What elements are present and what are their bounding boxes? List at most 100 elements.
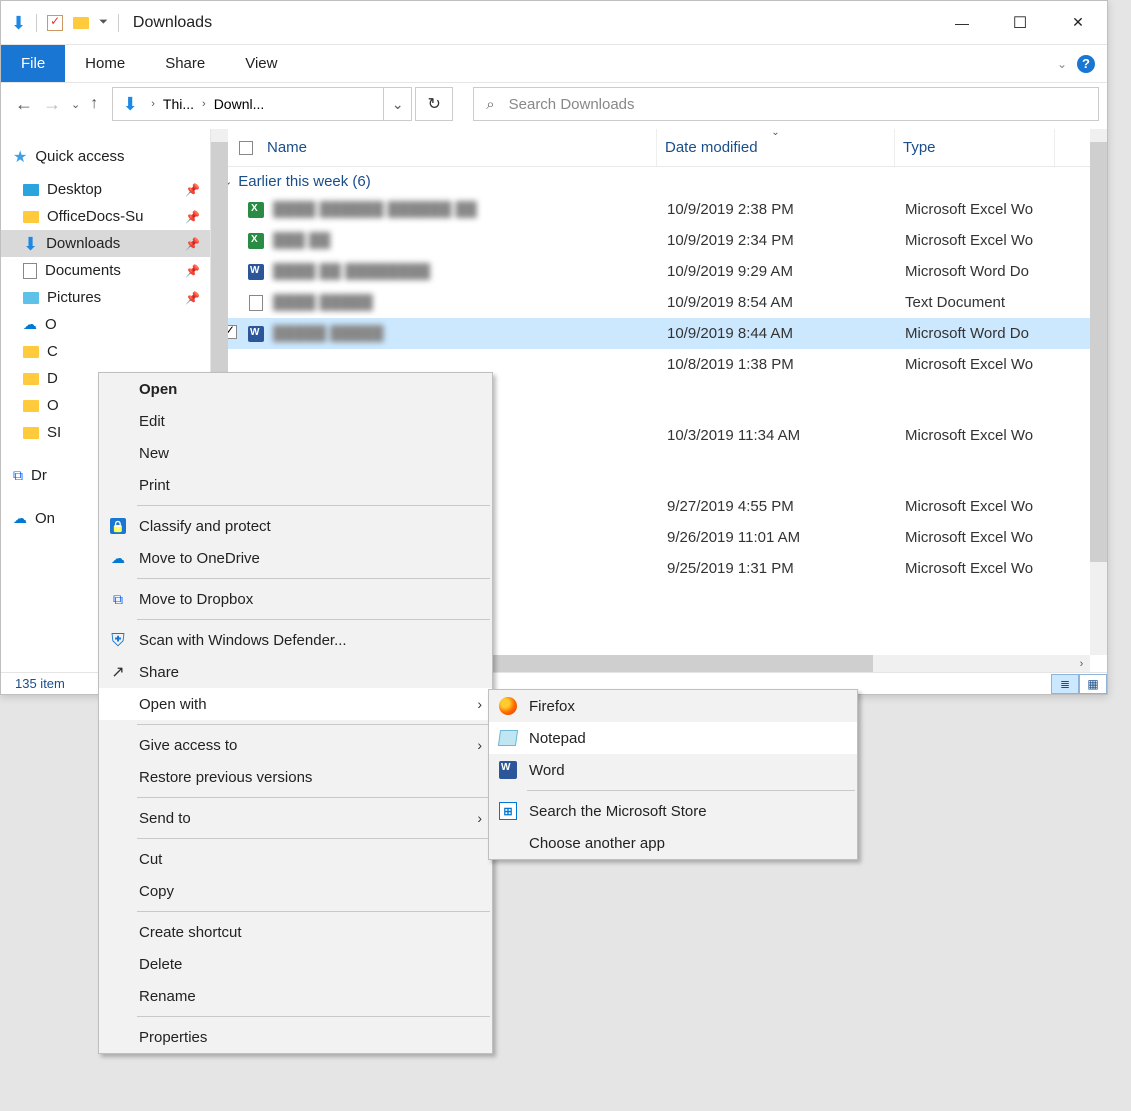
status-item-count: 135 item: [15, 676, 65, 691]
window-title: Downloads: [133, 14, 212, 32]
search-box[interactable]: ⌕ Search Downloads: [473, 87, 1099, 121]
nav-forward-button[interactable]: →: [43, 94, 61, 115]
ctx-delete[interactable]: Delete: [99, 948, 492, 980]
column-name[interactable]: Name: [211, 129, 657, 166]
scrollbar-thumb[interactable]: [1090, 142, 1107, 562]
ribbon-chevron-icon[interactable]: ⌄: [1057, 57, 1067, 71]
tree-officedocs[interactable]: OfficeDocs-Su📌: [1, 203, 210, 230]
tree-item[interactable]: ☁O: [1, 311, 210, 338]
address-dropdown[interactable]: ⌄: [383, 88, 411, 120]
ctx-share[interactable]: ↗Share: [99, 656, 492, 688]
openwith-notepad[interactable]: Notepad: [489, 722, 857, 754]
ctx-print[interactable]: Print: [99, 469, 492, 501]
openwith-store[interactable]: ⊞Search the Microsoft Store: [489, 795, 857, 827]
file-row[interactable]: ████ ██████ ██████ ██10/9/2019 2:38 PMMi…: [211, 194, 1107, 225]
select-all-checkbox[interactable]: [239, 141, 253, 155]
bc-caret-icon[interactable]: ›: [147, 98, 159, 110]
folder-icon: [23, 346, 39, 358]
ctx-cut[interactable]: Cut: [99, 843, 492, 875]
onedrive-icon: ☁: [107, 550, 129, 567]
scrollbar-thumb[interactable]: [473, 655, 873, 672]
group-header[interactable]: ⌄Earlier this week (6): [211, 167, 1107, 194]
ctx-move-dropbox[interactable]: ⧉Move to Dropbox: [99, 583, 492, 615]
ctx-defender[interactable]: ⛨Scan with Windows Defender...: [99, 624, 492, 656]
ctx-give-access[interactable]: Give access to›: [99, 729, 492, 761]
ctx-open-with[interactable]: Open with›: [99, 688, 492, 720]
column-type[interactable]: Type: [895, 129, 1055, 166]
breadcrumb-seg-downloads[interactable]: Downl...: [210, 96, 269, 112]
tab-share[interactable]: Share: [145, 45, 225, 82]
ctx-restore[interactable]: Restore previous versions: [99, 761, 492, 793]
qat-properties-icon[interactable]: ✓: [47, 15, 63, 31]
close-button[interactable]: ✕: [1049, 3, 1107, 43]
ctx-separator: [527, 790, 855, 791]
bc-caret-icon[interactable]: ›: [198, 98, 210, 110]
ctx-separator: [137, 619, 490, 620]
minimize-button[interactable]: —: [933, 3, 991, 43]
nav-up-button[interactable]: ↑: [90, 95, 98, 113]
sort-indicator-icon: ⌄: [771, 129, 779, 138]
vertical-scrollbar[interactable]: [1090, 129, 1107, 655]
dropbox-icon: ⧉: [107, 591, 129, 608]
open-with-submenu: Firefox Notepad Word ⊞Search the Microso…: [488, 689, 858, 860]
notepad-icon: [498, 730, 518, 746]
tree-documents[interactable]: Documents📌: [1, 257, 210, 284]
address-bar[interactable]: ⬇ › Thi... › Downl... ⌄: [112, 87, 412, 121]
context-menu: Open Edit New Print Classify and protect…: [98, 372, 493, 1054]
shield-icon: ⛨: [107, 630, 129, 651]
openwith-firefox[interactable]: Firefox: [489, 690, 857, 722]
onedrive-icon: ☁: [23, 316, 37, 333]
ctx-send-to[interactable]: Send to›: [99, 802, 492, 834]
file-row[interactable]: ████ ██ ████████10/9/2019 9:29 AMMicroso…: [211, 256, 1107, 287]
ctx-edit[interactable]: Edit: [99, 405, 492, 437]
folder-icon: [23, 373, 39, 385]
scrollbar-thumb[interactable]: [211, 142, 228, 372]
maximize-button[interactable]: ☐: [991, 3, 1049, 43]
scroll-right-icon[interactable]: ›: [1073, 655, 1090, 672]
ctx-separator: [137, 838, 490, 839]
store-icon: ⊞: [499, 802, 517, 820]
folder-icon: [23, 400, 39, 412]
qat-folder-icon[interactable]: [73, 17, 89, 29]
dropbox-icon: ⧉: [13, 467, 23, 484]
help-button[interactable]: ?: [1077, 55, 1095, 73]
ctx-classify[interactable]: Classify and protect: [99, 510, 492, 542]
firefox-icon: [499, 697, 517, 715]
tree-desktop[interactable]: Desktop📌: [1, 176, 210, 203]
column-date[interactable]: ⌄Date modified: [657, 129, 895, 166]
ctx-new[interactable]: New: [99, 437, 492, 469]
lock-icon: [110, 518, 126, 534]
file-row[interactable]: ████ █████10/9/2019 8:54 AMText Document: [211, 287, 1107, 318]
ctx-create-shortcut[interactable]: Create shortcut: [99, 916, 492, 948]
nav-history-dropdown[interactable]: ⌄: [71, 98, 80, 111]
openwith-choose[interactable]: Choose another app: [489, 827, 857, 859]
tab-view[interactable]: View: [225, 45, 297, 82]
download-icon: ⬇: [23, 235, 38, 253]
tab-home[interactable]: Home: [65, 45, 145, 82]
tree-item[interactable]: C: [1, 338, 210, 365]
word-icon: [248, 264, 264, 280]
qat-download-icon[interactable]: ⬇: [11, 14, 26, 32]
nav-back-button[interactable]: ←: [15, 94, 33, 115]
qat-dropdown-icon[interactable]: ⏷: [99, 16, 108, 29]
ctx-copy[interactable]: Copy: [99, 875, 492, 907]
ribbon-tabs: File Home Share View ⌄ ?: [1, 45, 1107, 83]
tab-file[interactable]: File: [1, 45, 65, 82]
ctx-rename[interactable]: Rename: [99, 980, 492, 1012]
breadcrumb-seg-thispc[interactable]: Thi...: [159, 96, 198, 112]
ctx-properties[interactable]: Properties: [99, 1021, 492, 1053]
refresh-button[interactable]: ↻: [415, 87, 453, 121]
openwith-word[interactable]: Word: [489, 754, 857, 786]
documents-icon: [23, 263, 37, 279]
onedrive-icon: ☁: [13, 510, 27, 527]
tree-quick-access[interactable]: ★Quick access: [1, 143, 210, 170]
ctx-separator: [137, 724, 490, 725]
ctx-move-onedrive[interactable]: ☁Move to OneDrive: [99, 542, 492, 574]
view-thumbnails-button[interactable]: ▦: [1079, 674, 1107, 694]
file-row[interactable]: ███ ██10/9/2019 2:34 PMMicrosoft Excel W…: [211, 225, 1107, 256]
tree-pictures[interactable]: Pictures📌: [1, 284, 210, 311]
file-row[interactable]: ✓█████ █████10/9/2019 8:44 AMMicrosoft W…: [211, 318, 1107, 349]
view-details-button[interactable]: ≣: [1051, 674, 1079, 694]
ctx-open[interactable]: Open: [99, 373, 492, 405]
tree-downloads[interactable]: ⬇Downloads📌: [1, 230, 210, 257]
